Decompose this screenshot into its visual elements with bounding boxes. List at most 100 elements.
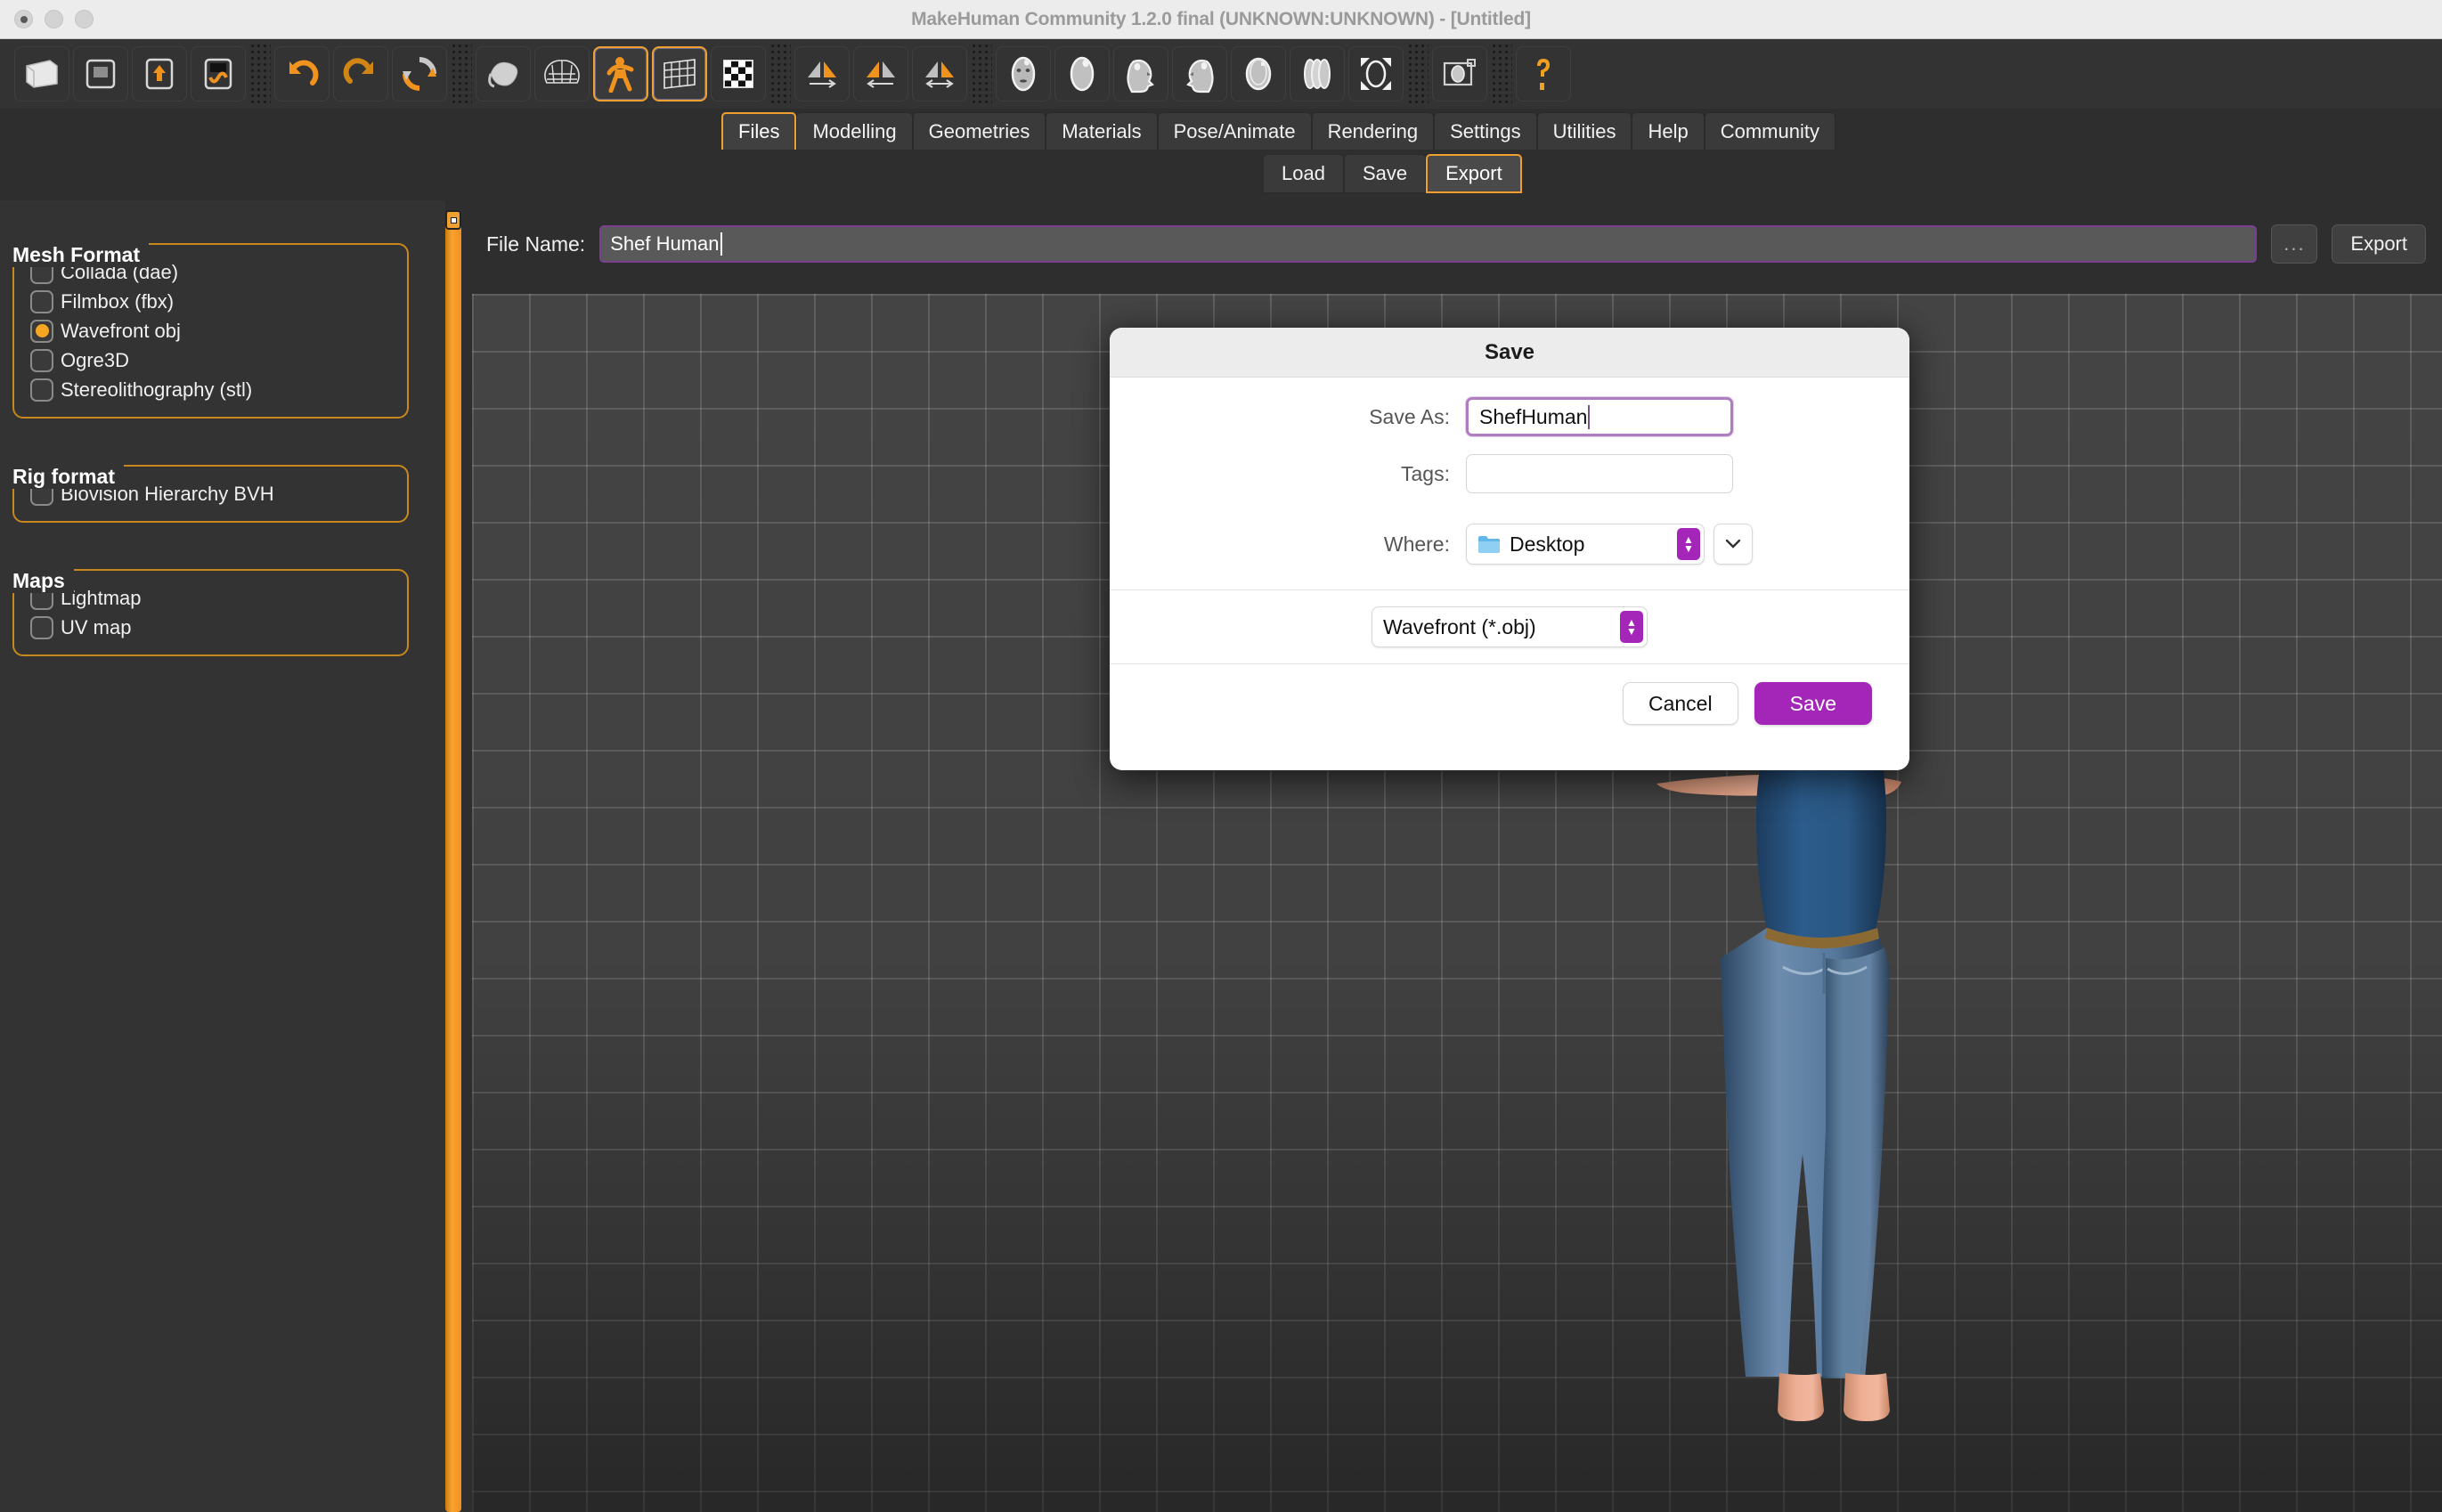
text-caret <box>1588 404 1591 429</box>
toolbar-group-file <box>12 39 248 109</box>
option-filmbox-fbx[interactable]: Filmbox (fbx) <box>30 287 393 316</box>
save-dialog-header: Save <box>1110 328 1909 378</box>
save-dialog: Save Save As: ShefHuman Tags: Where: Des… <box>1110 328 1909 770</box>
symmetry-right-icon[interactable] <box>794 46 850 102</box>
option-uv-map[interactable]: UV map <box>30 613 393 642</box>
tab-label: Geometries <box>928 119 1030 142</box>
tab-help[interactable]: Help <box>1632 112 1705 150</box>
new-icon[interactable] <box>14 46 69 102</box>
load-icon[interactable] <box>73 46 128 102</box>
option-label: Ogre3D <box>61 348 130 371</box>
toolbar-group-help <box>1514 39 1573 109</box>
option-ogre3d[interactable]: Ogre3D <box>30 345 393 375</box>
group-rig-format: Rig format Biovision Hierarchy BVH <box>12 465 409 523</box>
save-as-label: Save As: <box>1369 404 1450 428</box>
toolbar-group-symmetry <box>793 39 969 109</box>
option-label: Stereolithography (stl) <box>61 378 253 401</box>
tab-label: Materials <box>1062 119 1142 142</box>
cancel-button[interactable]: Cancel <box>1622 682 1738 725</box>
where-label: Where: <box>1383 532 1450 556</box>
filename-value: Shef Human <box>610 232 720 255</box>
format-stepper-icon[interactable]: ▲ ▼ <box>1620 611 1643 643</box>
option-stereolithography-stl[interactable]: Stereolithography (stl) <box>30 375 393 404</box>
tab-rendering[interactable]: Rendering <box>1311 112 1435 150</box>
front-view-icon[interactable] <box>996 46 1051 102</box>
where-popup-button[interactable]: Desktop ▲ ▼ <box>1466 524 1705 565</box>
subtab-label: Export <box>1445 162 1502 184</box>
subtab-save[interactable]: Save <box>1343 154 1427 193</box>
group-box: Collada (dae) Filmbox (fbx) Wavefront ob… <box>12 243 409 419</box>
save-as-input[interactable]: ShefHuman <box>1466 397 1733 436</box>
top-view-icon[interactable] <box>1231 46 1286 102</box>
tab-files[interactable]: Files <box>721 112 797 150</box>
subdivision-icon[interactable] <box>711 46 766 102</box>
tab-label: Rendering <box>1327 119 1419 142</box>
subtab-export[interactable]: Export <box>1426 154 1522 193</box>
feet <box>1778 1373 1890 1421</box>
tab-utilities[interactable]: Utilities <box>1536 112 1632 150</box>
checkbox-icon[interactable] <box>30 615 53 639</box>
tab-geometries[interactable]: Geometries <box>912 112 1046 150</box>
where-stepper-icon[interactable]: ▲ ▼ <box>1677 528 1700 560</box>
subtab-label: Load <box>1282 162 1325 184</box>
radio-icon[interactable] <box>30 319 53 343</box>
subtab-load[interactable]: Load <box>1263 154 1344 193</box>
tags-row: Tags: <box>1110 454 1909 493</box>
undo-icon[interactable] <box>274 46 330 102</box>
radio-icon[interactable] <box>30 378 53 402</box>
wireframe-icon[interactable] <box>534 46 590 102</box>
file-format-popup-button[interactable]: Wavefront (*.obj) ▲ ▼ <box>1372 606 1648 647</box>
window-title: MakeHuman Community 1.2.0 final (UNKNOWN… <box>911 8 1531 29</box>
toolbar-separator <box>1407 43 1429 105</box>
left-sidebar: Mesh Format Collada (dae) Filmbox (fbx) … <box>0 200 445 1512</box>
save-button[interactable]: Save <box>1754 682 1872 725</box>
sidebar-splitter[interactable] <box>445 214 461 1512</box>
symmetry-left-icon[interactable] <box>853 46 908 102</box>
back-view-icon[interactable] <box>1054 46 1110 102</box>
tab-label: Community <box>1720 119 1819 142</box>
toolbar-separator <box>971 43 992 105</box>
main-tabbar: Files Modelling Geometries Materials Pos… <box>0 109 2442 150</box>
tab-label: Files <box>738 120 780 142</box>
option-wavefront-obj[interactable]: Wavefront obj <box>30 316 393 345</box>
tab-settings[interactable]: Settings <box>1434 112 1537 150</box>
save-as-icon[interactable] <box>191 46 246 102</box>
tab-modelling[interactable]: Modelling <box>796 112 913 150</box>
radio-icon[interactable] <box>30 348 53 372</box>
tab-label: Pose/Animate <box>1173 119 1296 142</box>
toolbar-separator <box>249 43 271 105</box>
window-titlebar: MakeHuman Community 1.2.0 final (UNKNOWN… <box>0 0 2442 39</box>
help-icon[interactable] <box>1516 46 1571 102</box>
group-mesh-format: Mesh Format Collada (dae) Filmbox (fbx) … <box>12 243 409 419</box>
file-format-value: Wavefront (*.obj) <box>1383 614 1536 638</box>
radio-icon[interactable] <box>30 289 53 313</box>
bottom-view-icon[interactable] <box>1290 46 1345 102</box>
export-button[interactable]: Export <box>2332 224 2426 264</box>
browse-button[interactable]: ... <box>2271 224 2318 264</box>
tab-community[interactable]: Community <box>1704 112 1836 150</box>
save-dialog-title: Save <box>1484 339 1535 364</box>
filename-input[interactable]: Shef Human <box>599 225 2258 263</box>
sidebar-collapse-handle[interactable] <box>445 210 461 230</box>
grab-screen-icon[interactable] <box>1432 46 1487 102</box>
grid-icon[interactable] <box>652 46 707 102</box>
smooth-shading-icon[interactable] <box>476 46 531 102</box>
reset-mesh-icon[interactable] <box>392 46 447 102</box>
save-icon[interactable] <box>132 46 187 102</box>
reset-camera-icon[interactable] <box>1348 46 1404 102</box>
pose-icon[interactable] <box>593 46 648 102</box>
redo-icon[interactable] <box>333 46 388 102</box>
symmetry-icon[interactable] <box>912 46 967 102</box>
export-filename-bar: File Name: Shef Human ... Export <box>461 214 2442 274</box>
option-lightmap[interactable]: Lightmap <box>30 583 393 613</box>
tags-input[interactable] <box>1466 454 1733 493</box>
tab-label: Modelling <box>812 119 897 142</box>
right-view-icon[interactable] <box>1172 46 1227 102</box>
left-view-icon[interactable] <box>1113 46 1168 102</box>
toolbar-group-history <box>273 39 449 109</box>
toolbar-separator <box>769 43 791 105</box>
tab-materials[interactable]: Materials <box>1046 112 1158 150</box>
chevron-down-icon <box>1725 539 1741 549</box>
tab-pose-animate[interactable]: Pose/Animate <box>1157 112 1312 150</box>
expand-browser-button[interactable] <box>1713 524 1753 565</box>
